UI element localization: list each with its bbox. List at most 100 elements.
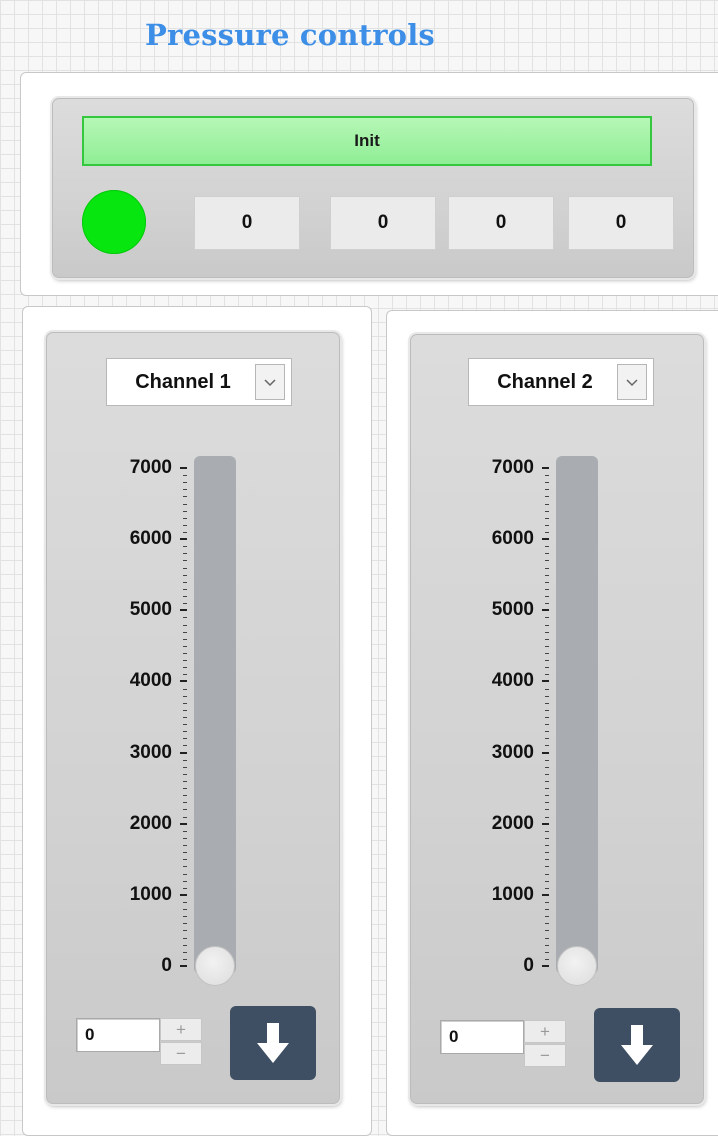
scale-minor-tick: [183, 510, 187, 512]
scale-minor-tick: [545, 524, 549, 526]
scale-minor-tick: [183, 553, 187, 555]
scale-minor-tick: [545, 830, 549, 832]
scale-label: 0: [523, 955, 534, 976]
scale-minor-tick: [545, 916, 549, 918]
scale-minor-tick: [183, 738, 187, 740]
scale-minor-tick: [183, 532, 187, 534]
scale-major-tick: [180, 893, 187, 896]
chevron-down-icon[interactable]: [255, 364, 285, 400]
init-button[interactable]: Init: [82, 116, 652, 166]
scale-minor-tick: [545, 880, 549, 882]
scale-minor-tick: [183, 596, 187, 598]
scale-minor-tick: [545, 581, 549, 583]
scale-minor-tick: [183, 546, 187, 548]
scale-label: 0: [161, 955, 172, 976]
scale-minor-tick: [183, 731, 187, 733]
scale-minor-tick: [545, 624, 549, 626]
channel-2-value-input[interactable]: 0: [440, 1020, 524, 1054]
scale-minor-tick: [183, 901, 187, 903]
scale-minor-tick: [183, 674, 187, 676]
scale-minor-tick: [183, 866, 187, 868]
scale-minor-tick: [545, 909, 549, 911]
scale-major-tick: [542, 467, 549, 469]
scale-minor-tick: [183, 944, 187, 946]
scale-minor-tick: [183, 781, 187, 783]
channel-1-select-value: Channel 1: [135, 370, 231, 393]
scale-minor-tick: [183, 773, 187, 775]
channel-1-slider-thumb[interactable]: [195, 946, 235, 986]
scale-minor-tick: [183, 702, 187, 704]
scale-minor-tick: [545, 781, 549, 783]
scale-minor-tick: [545, 745, 549, 747]
scale-minor-tick: [183, 830, 187, 832]
readout-3: 0: [448, 196, 554, 250]
scale-major-tick: [542, 751, 549, 754]
scale-minor-tick: [545, 482, 549, 484]
scale-minor-tick: [545, 667, 549, 669]
scale-minor-tick: [183, 560, 187, 562]
channel-1-stepper-down[interactable]: −: [160, 1042, 202, 1065]
arrow-down-icon: [621, 1025, 653, 1065]
scale-minor-tick: [545, 887, 549, 889]
scale-label: 2000: [491, 812, 534, 834]
scale-minor-tick: [545, 873, 549, 875]
scale-minor-tick: [183, 581, 187, 583]
scale-minor-tick: [545, 852, 549, 854]
scale-minor-tick: [545, 617, 549, 619]
channel-1-value-input[interactable]: 0: [76, 1018, 160, 1052]
scale-minor-tick: [183, 724, 187, 726]
scale-minor-tick: [545, 866, 549, 868]
scale-minor-tick: [545, 759, 549, 761]
channel-2-stepper-down[interactable]: −: [524, 1044, 566, 1067]
chevron-down-icon[interactable]: [617, 364, 647, 400]
channel-2-slider-thumb[interactable]: [557, 946, 597, 986]
scale-minor-tick: [545, 652, 549, 654]
channel-1-slider-track: [194, 456, 236, 974]
scale-minor-tick: [545, 951, 549, 953]
scale-minor-tick: [545, 532, 549, 534]
channel-2-select-value: Channel 2: [497, 370, 593, 393]
scale-minor-tick: [183, 909, 187, 911]
channel-1-send-button[interactable]: [230, 1006, 316, 1080]
scale-major-tick: [542, 680, 549, 683]
scale-major-tick: [180, 467, 187, 469]
scale-minor-tick: [545, 638, 549, 640]
scale-minor-tick: [183, 496, 187, 498]
page-title: Pressure controls: [145, 18, 435, 52]
scale-minor-tick: [545, 738, 549, 740]
channel-1-stepper-up[interactable]: +: [160, 1018, 202, 1041]
scale-label: 4000: [129, 670, 172, 692]
scale-minor-tick: [183, 923, 187, 925]
readout-4: 0: [568, 196, 674, 250]
scale-minor-tick: [545, 560, 549, 562]
scale-label: 6000: [129, 528, 172, 550]
channel-1-stepper[interactable]: + −: [160, 1018, 202, 1066]
scale-minor-tick: [545, 631, 549, 633]
channel-2-select[interactable]: Channel 2: [468, 358, 654, 406]
scale-label: 4000: [491, 670, 534, 692]
scale-minor-tick: [183, 624, 187, 626]
scale-minor-tick: [183, 802, 187, 804]
scale-minor-tick: [183, 603, 187, 605]
channel-2-stepper[interactable]: + −: [524, 1020, 566, 1068]
scale-major-tick: [180, 751, 187, 754]
scale-minor-tick: [183, 930, 187, 932]
channel-2-send-button[interactable]: [594, 1008, 680, 1082]
scale-minor-tick: [183, 958, 187, 960]
scale-minor-tick: [545, 944, 549, 946]
scale-minor-tick: [183, 645, 187, 647]
scale-major-tick: [180, 965, 187, 967]
scale-minor-tick: [545, 837, 549, 839]
scale-minor-tick: [183, 688, 187, 690]
scale-minor-tick: [183, 845, 187, 847]
scale-minor-tick: [183, 631, 187, 633]
scale-minor-tick: [183, 503, 187, 505]
scale-minor-tick: [183, 766, 187, 768]
channel-1-select[interactable]: Channel 1: [106, 358, 292, 406]
scale-minor-tick: [183, 880, 187, 882]
scale-minor-tick: [545, 937, 549, 939]
scale-minor-tick: [545, 788, 549, 790]
scale-label: 7000: [491, 457, 534, 478]
channel-2-stepper-up[interactable]: +: [524, 1020, 566, 1043]
scale-minor-tick: [183, 916, 187, 918]
